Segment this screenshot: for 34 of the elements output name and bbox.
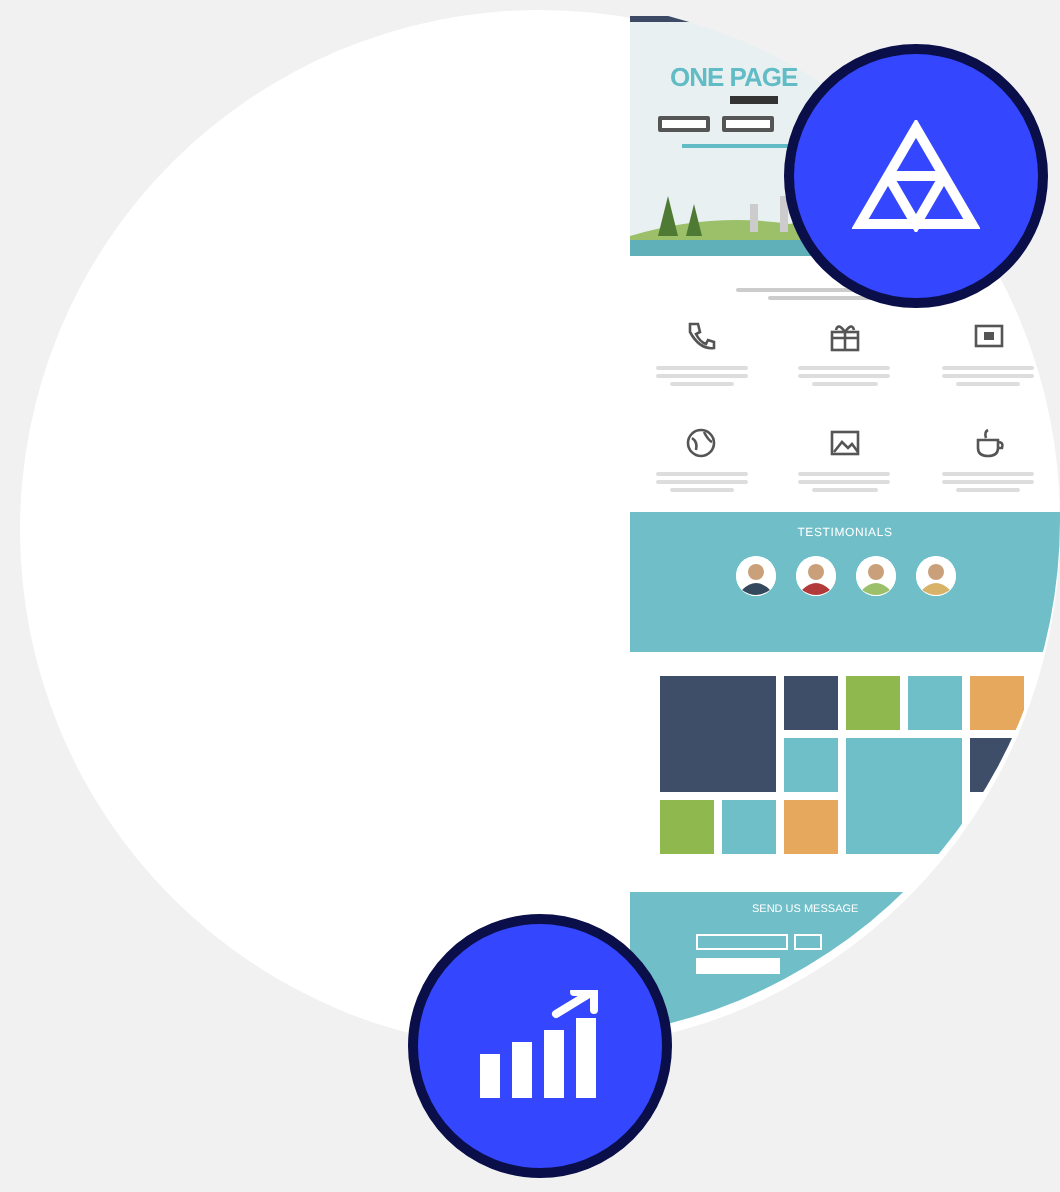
triangle-logo-icon bbox=[852, 120, 980, 232]
globe-icon bbox=[684, 426, 719, 460]
avatar-icon bbox=[855, 556, 895, 596]
blurred-text-lines bbox=[794, 362, 895, 390]
gift-icon bbox=[827, 320, 862, 354]
growth-chart-icon bbox=[476, 990, 604, 1102]
hero-subtitle-bar bbox=[730, 96, 778, 104]
blurred-text-lines bbox=[794, 468, 895, 496]
avatar-icon bbox=[795, 556, 835, 596]
blurred-text-lines bbox=[938, 468, 1039, 496]
gallery-tile bbox=[846, 676, 900, 730]
phone-icon bbox=[684, 320, 719, 354]
message-field[interactable] bbox=[696, 958, 780, 974]
gallery-tile bbox=[722, 800, 776, 854]
avatar-icon bbox=[915, 556, 955, 596]
blurred-text-lines bbox=[938, 362, 1039, 390]
input-field[interactable] bbox=[696, 934, 788, 950]
hero-button[interactable] bbox=[722, 116, 774, 132]
blurred-text-lines bbox=[651, 468, 752, 496]
input-field[interactable] bbox=[794, 934, 822, 950]
avatar-icon bbox=[735, 556, 775, 596]
picture-icon bbox=[827, 426, 862, 460]
gallery-tile bbox=[784, 800, 838, 854]
gallery-tile bbox=[784, 676, 838, 730]
gallery-tile bbox=[660, 676, 776, 792]
hero-title: ONE PAGE bbox=[670, 62, 798, 92]
gallery-tile bbox=[784, 738, 838, 792]
gallery-tile bbox=[908, 676, 962, 730]
gallery-tile bbox=[660, 800, 714, 854]
cup-icon bbox=[971, 426, 1006, 460]
hero-button[interactable] bbox=[658, 116, 710, 132]
gallery-tile bbox=[846, 738, 962, 854]
blurred-text-lines bbox=[651, 362, 752, 390]
gallery-tile bbox=[970, 676, 1024, 730]
